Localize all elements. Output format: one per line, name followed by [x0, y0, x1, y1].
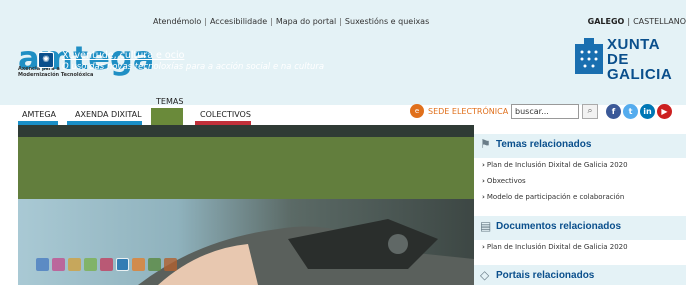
robot-hand-illustration — [138, 219, 474, 285]
suxestions-link[interactable]: Suxestións e queixas — [345, 17, 429, 26]
nav-item-colectivos[interactable]: COLECTIVOS — [200, 110, 251, 119]
flag-icon: ⚑ — [480, 137, 491, 151]
top-links: Atendémolo | Accesibilidade | Mapa do portal… — [153, 17, 430, 26]
theme-thumb[interactable] — [164, 258, 177, 271]
theme-thumb[interactable] — [100, 258, 113, 271]
search-input[interactable] — [511, 104, 579, 119]
sede-label: SEDE ELECTRÓNICA — [428, 106, 509, 116]
facebook-icon[interactable]: f — [606, 104, 621, 119]
accesibilidade-link[interactable]: Accesibilidade — [210, 17, 267, 26]
theme-thumbnails — [36, 258, 177, 271]
youtube-icon[interactable]: ▶ — [657, 104, 672, 119]
language-selector: GALEGO | CASTELLANO — [587, 17, 686, 26]
portais-title: Portais relacionados — [496, 270, 595, 281]
atendemolo-link[interactable]: Atendémolo — [153, 17, 201, 26]
theme-thumb[interactable] — [52, 258, 65, 271]
theme-thumb[interactable] — [36, 258, 49, 271]
mapa-portal-link[interactable]: Mapa do portal — [276, 17, 336, 26]
theme-thumb[interactable] — [132, 258, 145, 271]
xunta-logo[interactable]: XUNTA DE GALICIA — [607, 37, 686, 82]
lang-galego[interactable]: GALEGO — [588, 17, 625, 26]
tag-icon: ◇ — [480, 268, 490, 282]
temas-link[interactable]: › Modelo de participación e colaboración — [482, 193, 624, 201]
temas-title: Temas relacionados — [496, 139, 592, 150]
twitter-icon[interactable]: t — [623, 104, 638, 119]
documentos-link[interactable]: › Plan de Inclusión Dixital de Galicia 20… — [482, 243, 628, 251]
hero-subtitle: O uso das novas tecnoloxías para a acció… — [62, 62, 325, 72]
nav-item-amtega[interactable]: AMTEGA — [22, 110, 56, 119]
theme-thumb[interactable] — [84, 258, 97, 271]
temas-link[interactable]: › Plan de Inclusión Dixital de Galicia 20… — [482, 161, 628, 169]
theme-thumb-active[interactable] — [116, 258, 129, 271]
page: Atendémolo | Accesibilidade | Mapa do portal… — [0, 0, 686, 285]
temas-link[interactable]: › Obxectivos — [482, 177, 526, 185]
nav-item-temas[interactable]: TEMAS — [156, 97, 183, 106]
documentos-title: Documentos relacionados — [496, 221, 622, 232]
nav-item-axenda-dixital[interactable]: AXENDA DIXITAL — [75, 110, 142, 119]
xunta-shield-icon — [575, 38, 603, 74]
search-button[interactable]: ⌕ — [582, 104, 598, 119]
lang-castellano[interactable]: CASTELLANO — [633, 17, 686, 26]
theme-thumb[interactable] — [148, 258, 161, 271]
sede-electronica-link[interactable]: e SEDE ELECTRÓNICA — [410, 104, 508, 118]
hero-title[interactable]: Xuventude, cultura e ocio — [62, 50, 184, 61]
theme-thumb[interactable] — [68, 258, 81, 271]
search-icon: ⌕ — [587, 106, 593, 116]
culture-icon: ✺ — [38, 52, 54, 68]
sede-icon: e — [410, 104, 424, 118]
document-icon: ▤ — [480, 219, 492, 233]
linkedin-icon[interactable]: in — [640, 104, 655, 119]
